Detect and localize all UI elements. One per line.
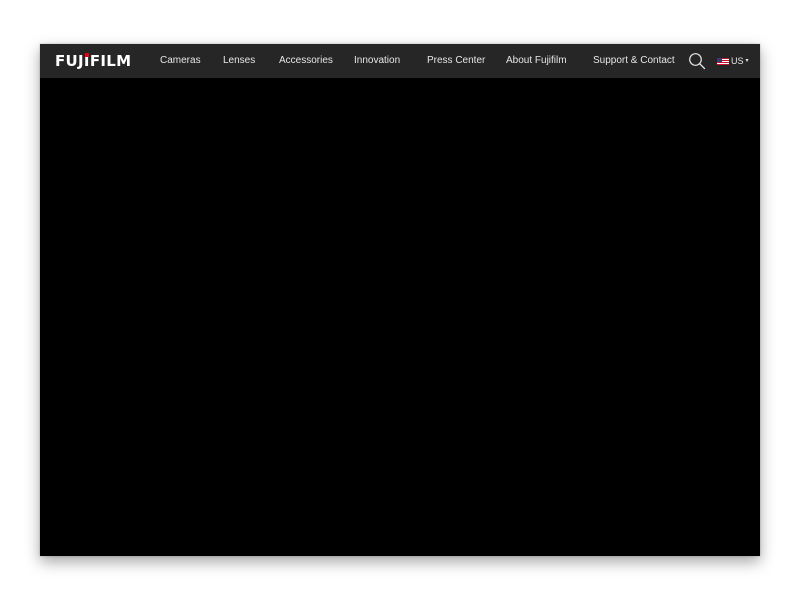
logo-text-start: FUJ [55,52,84,70]
logo-text-end: FILM [89,52,132,70]
us-flag-icon [717,57,729,65]
fujifilm-logo[interactable]: FUJI FILM [55,52,131,70]
logo-red-dot [84,53,89,57]
chevron-down-icon: ▾ [745,58,749,64]
nav-item-innovation[interactable]: Innovation [354,44,400,78]
nav-item-press-center[interactable]: Press Center [427,44,485,78]
nav-item-cameras[interactable]: Cameras [160,44,201,78]
nav-item-lenses[interactable]: Lenses [223,44,255,78]
hero-area [40,78,760,556]
locale-label: US [731,56,744,66]
nav-item-about-fujifilm[interactable]: About Fujifilm [506,44,567,78]
nav-item-accessories[interactable]: Accessories [279,44,333,78]
nav-item-support-contact[interactable]: Support & Contact [593,44,675,78]
browser-viewport: FUJI FILM Cameras Lenses Accessories Inno… [40,44,760,556]
site-header: FUJI FILM Cameras Lenses Accessories Inno… [40,44,760,78]
logo-i-letter: I [83,52,90,70]
locale-selector[interactable]: US ▾ [717,44,749,78]
search-icon [689,53,706,70]
search-button[interactable] [688,52,706,70]
